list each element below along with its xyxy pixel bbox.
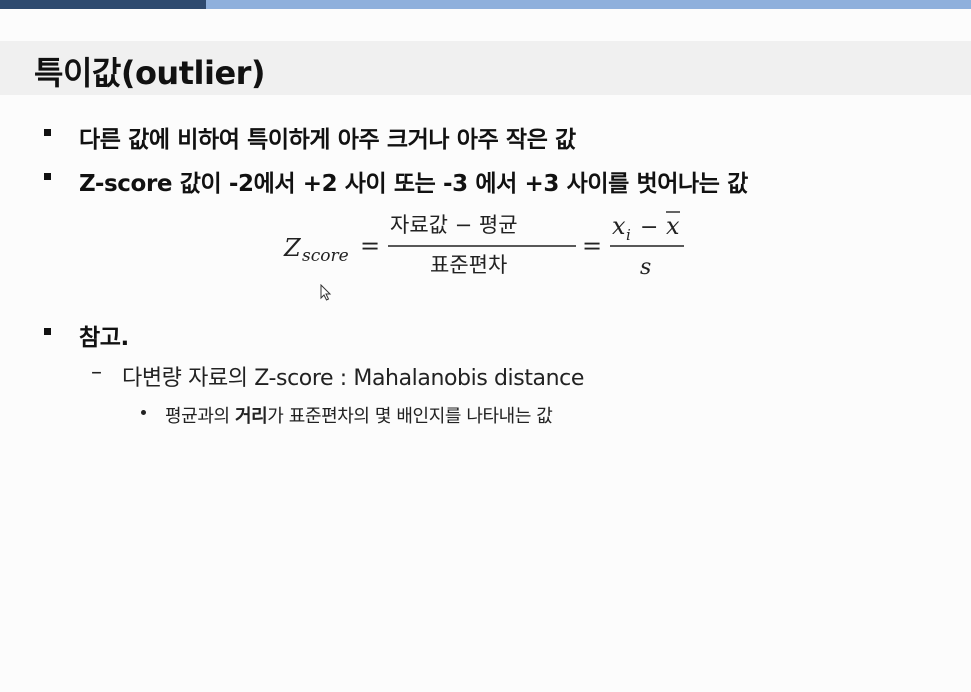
bullet-definition: 다른 값에 비하여 특이하게 아주 크거나 아주 작은 값 — [79, 127, 576, 153]
sub-item-mahalanobis: 다변량 자료의 Z-score : Mahalanobis distance — [122, 366, 585, 391]
top-accent-bar — [0, 0, 971, 9]
formula-frac2-x: x — [612, 212, 626, 240]
sub-sub-bullet-dot — [141, 410, 146, 415]
formula-frac2-denominator: s — [640, 255, 651, 280]
top-accent-bar-dark — [0, 0, 206, 9]
formula-frac2-xbar: x — [666, 212, 680, 240]
formula-equals-2: = — [582, 232, 602, 260]
mouse-cursor-icon — [320, 284, 332, 301]
formula-lhs-z: Z — [283, 234, 302, 262]
sub-sub-text-after: 가 표준편차의 몇 배인지를 나타내는 값 — [267, 406, 553, 427]
bullet-square-icon — [44, 129, 51, 136]
formula-frac2-sub: i — [626, 226, 631, 244]
formula-equals-1: = — [360, 232, 380, 260]
formula-frac2-minus: − — [640, 215, 658, 240]
slide-title: 특이값(outlier) — [34, 54, 266, 92]
bullet-square-icon — [44, 328, 51, 335]
formula-lhs-sub: score — [302, 246, 349, 266]
reference-heading: 참고. — [79, 325, 129, 351]
top-accent-bar-light — [206, 0, 971, 9]
sub-sub-text-bold: 거리 — [234, 406, 268, 427]
sub-item-dash: – — [91, 360, 102, 385]
zscore-formula: Z score = 자료값 − 평균 표준편차 = x i − x s — [283, 211, 684, 280]
formula-frac1-numerator: 자료값 − 평균 — [390, 213, 518, 237]
sub-sub-item-distance: 평균과의 거리가 표준편차의 몇 배인지를 나타내는 값 — [165, 402, 553, 428]
sub-sub-text-before: 평균과의 — [165, 406, 235, 427]
bullet-zscore-rule: Z-score 값이 -2에서 +2 사이 또는 -3 에서 +3 사이를 벗어… — [79, 171, 748, 197]
bullet-square-icon — [44, 173, 51, 180]
formula-frac1-denominator: 표준편차 — [430, 253, 507, 277]
